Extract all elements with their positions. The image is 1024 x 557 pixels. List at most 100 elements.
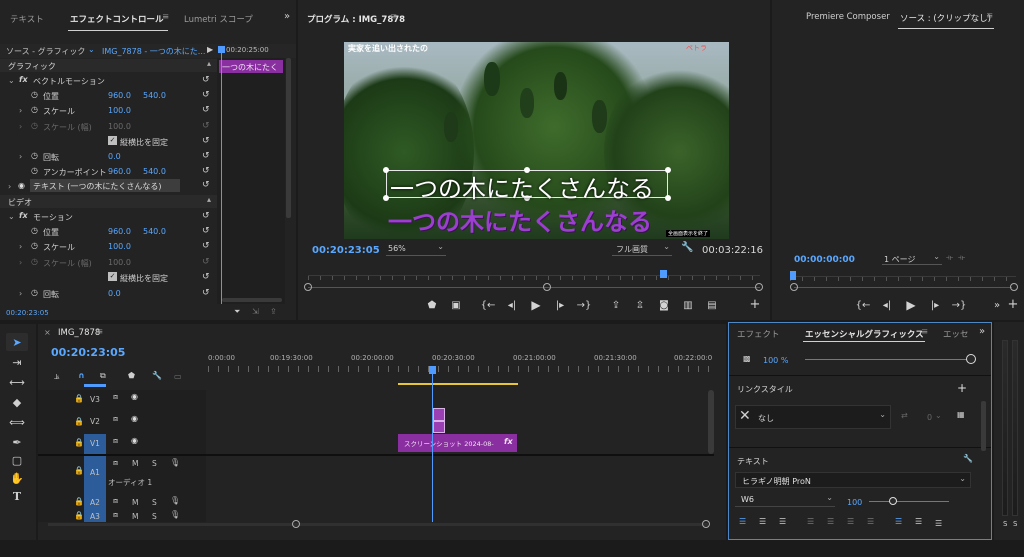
reset-icon[interactable]: ↺: [202, 151, 210, 161]
zoom-handle-icon[interactable]: [1010, 283, 1018, 291]
eye-icon[interactable]: ◉: [131, 392, 138, 401]
play-only-icon[interactable]: ▶: [207, 45, 213, 54]
program-ruler[interactable]: [308, 275, 760, 285]
chevron-right-icon[interactable]: ›: [8, 182, 11, 191]
solo-left-label[interactable]: S: [1003, 520, 1007, 528]
zoom-handle-icon[interactable]: [292, 520, 300, 528]
tab-source-monitor[interactable]: ソース : (クリップなし): [900, 12, 991, 24]
solo-button[interactable]: S: [152, 459, 157, 468]
work-area-bar[interactable]: [398, 383, 518, 385]
stopwatch-icon[interactable]: ◷: [31, 90, 38, 99]
scale-value-2[interactable]: 100.0: [108, 242, 131, 251]
eye-icon[interactable]: ◉: [18, 181, 25, 190]
chevron-down-icon[interactable]: ⌄: [935, 411, 942, 420]
handle-icon[interactable]: [665, 167, 671, 173]
reset-icon[interactable]: ↺: [202, 90, 210, 100]
pen-tool-icon[interactable]: ✒: [8, 434, 26, 450]
captions-icon[interactable]: ▭: [174, 372, 182, 381]
panel-overflow-icon[interactable]: »: [284, 11, 290, 22]
linked-selection-icon[interactable]: ⧉: [100, 371, 106, 381]
quality-dropdown[interactable]: フル画質 ⌄: [612, 242, 672, 256]
selection-tool-icon[interactable]: ➤: [8, 334, 26, 350]
menu-icon[interactable]: ≡: [162, 12, 169, 22]
mute-button[interactable]: M: [132, 498, 138, 507]
reset-icon[interactable]: ↺: [202, 211, 210, 221]
anchor-y-value[interactable]: 540.0: [143, 167, 166, 176]
zoom-handle-icon[interactable]: [755, 283, 763, 291]
clip-name-dropdown[interactable]: IMG_7878 - 一つの木にた...: [102, 46, 205, 57]
tab-lumetri-scopes[interactable]: Lumetri スコープ: [184, 13, 253, 25]
align-middle-icon[interactable]: ☰: [915, 517, 922, 526]
timeline-timecode[interactable]: 00:20:23:05: [51, 346, 125, 359]
lock-icon[interactable]: 🔒: [74, 438, 84, 447]
settings-icon[interactable]: ⟛: [958, 253, 965, 263]
microphone-icon[interactable]: 🎙: [170, 496, 180, 505]
chevron-icon[interactable]: ⌄: [8, 212, 15, 221]
ruler[interactable]: 0:00:00 00:19:30:00 00:20:00:00 00:20:30…: [208, 354, 714, 374]
program-timecode[interactable]: 00:20:23:05: [312, 245, 380, 256]
justify-left-icon[interactable]: ☰: [807, 517, 814, 526]
v2-graphic-clip[interactable]: [433, 408, 445, 421]
tab-essential-graphics[interactable]: エッセンシャルグラフィックス: [805, 328, 924, 340]
align-top-icon[interactable]: ☰: [895, 517, 902, 526]
settings-icon[interactable]: ⟛: [946, 253, 953, 263]
zoom-dropdown[interactable]: 56% ⌄: [386, 242, 446, 256]
track-select-tool-icon[interactable]: ⇥: [8, 354, 26, 370]
ec-hscroll[interactable]: [222, 298, 282, 302]
reset-icon[interactable]: ↺: [202, 226, 210, 236]
handle-icon[interactable]: [383, 167, 389, 173]
camera-icon[interactable]: ◙: [657, 298, 671, 312]
sync-lock-icon[interactable]: ⧈: [113, 414, 118, 424]
step-back-icon[interactable]: ◂|: [505, 298, 519, 312]
mark-in-icon[interactable]: {←: [481, 298, 496, 312]
position-x-value[interactable]: 960.0: [108, 91, 131, 100]
solo-button[interactable]: S: [152, 512, 157, 521]
safe-margins-icon[interactable]: ▣: [449, 298, 463, 312]
wrench-icon[interactable]: 🔧: [152, 371, 162, 380]
slip-tool-icon[interactable]: ⟺: [8, 414, 26, 430]
comparison-icon[interactable]: ▥: [681, 298, 695, 312]
chevron-right-icon[interactable]: ›: [19, 106, 22, 115]
handle-icon[interactable]: [665, 195, 671, 201]
mark-out-icon[interactable]: →}: [952, 298, 967, 312]
lift-icon[interactable]: ⇪: [609, 298, 623, 312]
eg-scrollbar[interactable]: [981, 401, 986, 451]
sync-lock-icon[interactable]: ⧈: [113, 458, 118, 468]
timeline-playhead-handle[interactable]: [429, 366, 436, 374]
marker-icon[interactable]: ⬟: [128, 371, 135, 380]
chevron-icon[interactable]: ⌄: [8, 76, 15, 85]
chevron-right-icon[interactable]: ›: [19, 122, 22, 131]
v1-clip[interactable]: スクリーンショット 2024-08- fx: [398, 434, 517, 452]
wrench-icon[interactable]: 🔧: [681, 242, 693, 253]
chevron-right-icon[interactable]: ›: [19, 152, 22, 161]
solo-right-label[interactable]: S: [1013, 520, 1017, 528]
scale-value[interactable]: 100.0: [108, 106, 131, 115]
stopwatch-icon[interactable]: ◷: [31, 166, 38, 175]
mark-out-icon[interactable]: →}: [577, 298, 592, 312]
menu-icon[interactable]: ≡: [986, 11, 993, 21]
add-style-icon[interactable]: +: [957, 381, 967, 395]
grid-icon[interactable]: ▦: [957, 410, 965, 419]
mark-in-icon[interactable]: {←: [856, 298, 871, 312]
panel-overflow-icon[interactable]: »: [979, 326, 985, 337]
zoom-handle-icon[interactable]: [304, 283, 312, 291]
rectangle-tool-icon[interactable]: ▢: [8, 452, 26, 468]
tab-effect-controls[interactable]: エフェクトコントロール: [70, 13, 164, 25]
overflow-icon[interactable]: »: [990, 298, 1004, 312]
stopwatch-icon[interactable]: ◷: [31, 226, 38, 235]
align-bottom-icon[interactable]: ☰: [935, 519, 942, 528]
stopwatch-icon[interactable]: ◷: [31, 241, 38, 250]
font-size-value[interactable]: 100: [847, 498, 862, 507]
sync-lock-icon[interactable]: ⧈: [113, 496, 118, 506]
eye-icon[interactable]: ◉: [131, 414, 138, 423]
close-icon[interactable]: ×: [44, 328, 51, 337]
zoom-handle-icon[interactable]: [702, 520, 710, 528]
handle-icon[interactable]: [383, 195, 389, 201]
multicam-icon[interactable]: ▤: [705, 298, 719, 312]
align-left-icon[interactable]: ☰: [739, 517, 746, 526]
mute-button[interactable]: M: [132, 512, 138, 521]
source-zoom-bar[interactable]: [794, 287, 1012, 288]
scroll-up-icon[interactable]: ▴: [207, 195, 211, 204]
timeline-vscroll[interactable]: [708, 390, 714, 454]
checkbox-checked-icon[interactable]: ✓: [108, 272, 117, 281]
